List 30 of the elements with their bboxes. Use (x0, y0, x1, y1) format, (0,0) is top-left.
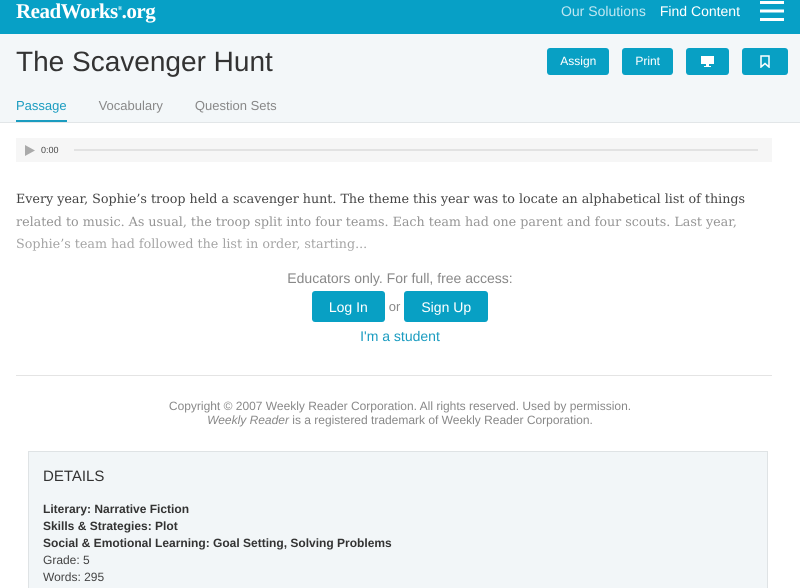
signup-button[interactable]: Sign Up (404, 291, 488, 322)
detail-item: Social & Emotional Learning: Goal Setting, Solving Problems (43, 535, 393, 552)
tab[interactable]: Question Sets (194, 88, 277, 122)
tab[interactable]: Passage (16, 88, 67, 122)
tab[interactable]: Vocabulary (98, 88, 163, 122)
action-button[interactable]: Print (622, 48, 673, 74)
detail-item: Skills & Strategies: Plot (43, 518, 179, 535)
monitor-icon (701, 56, 714, 66)
student-link[interactable]: I'm a student (360, 328, 440, 344)
action-button[interactable]: Assign (547, 48, 610, 74)
projector-button[interactable] (686, 48, 729, 74)
nav-link[interactable]: Our Solutions (561, 3, 646, 19)
access-prompt: Educators only. For full, free access: (287, 270, 513, 286)
detail-item: Grade: 5 (43, 552, 91, 569)
menu-icon[interactable] (760, 1, 784, 21)
detail-item: Words: 295 (43, 569, 106, 586)
login-button[interactable]: Log In (312, 291, 385, 322)
logo[interactable]: ReadWorks$^{®}$.org (16, 0, 156, 24)
bookmark-button[interactable] (742, 48, 788, 74)
copyright-text: Weekly Reader is a registered trademark of Weekly Reader Corporation. (206, 413, 594, 427)
audio-time: 0:00 (41, 145, 59, 155)
nav-link[interactable]: Find Content (660, 3, 740, 19)
or-text: or (388, 299, 400, 314)
passage-title: The Scavenger Hunt (16, 46, 273, 78)
passage-excerpt: Every year, Sophie’s troop held a scavenger hunt. The theme this year was to locate an alphabetical list of things related to music. As usual, the troop split into four teams. Each team had one parent and four scouts. Last year, Sophie’s team had followed the list in order, starting... (16, 190, 746, 253)
play-icon[interactable] (25, 144, 35, 156)
copyright-text: Copyright © 2007 Weekly Reader Corporation. All rights reserved. Used by permission. (168, 399, 632, 413)
detail-item: Literary: Narrative Fiction (43, 501, 190, 518)
bookmark-icon (760, 54, 770, 68)
details-heading: DETAILS (43, 468, 106, 485)
